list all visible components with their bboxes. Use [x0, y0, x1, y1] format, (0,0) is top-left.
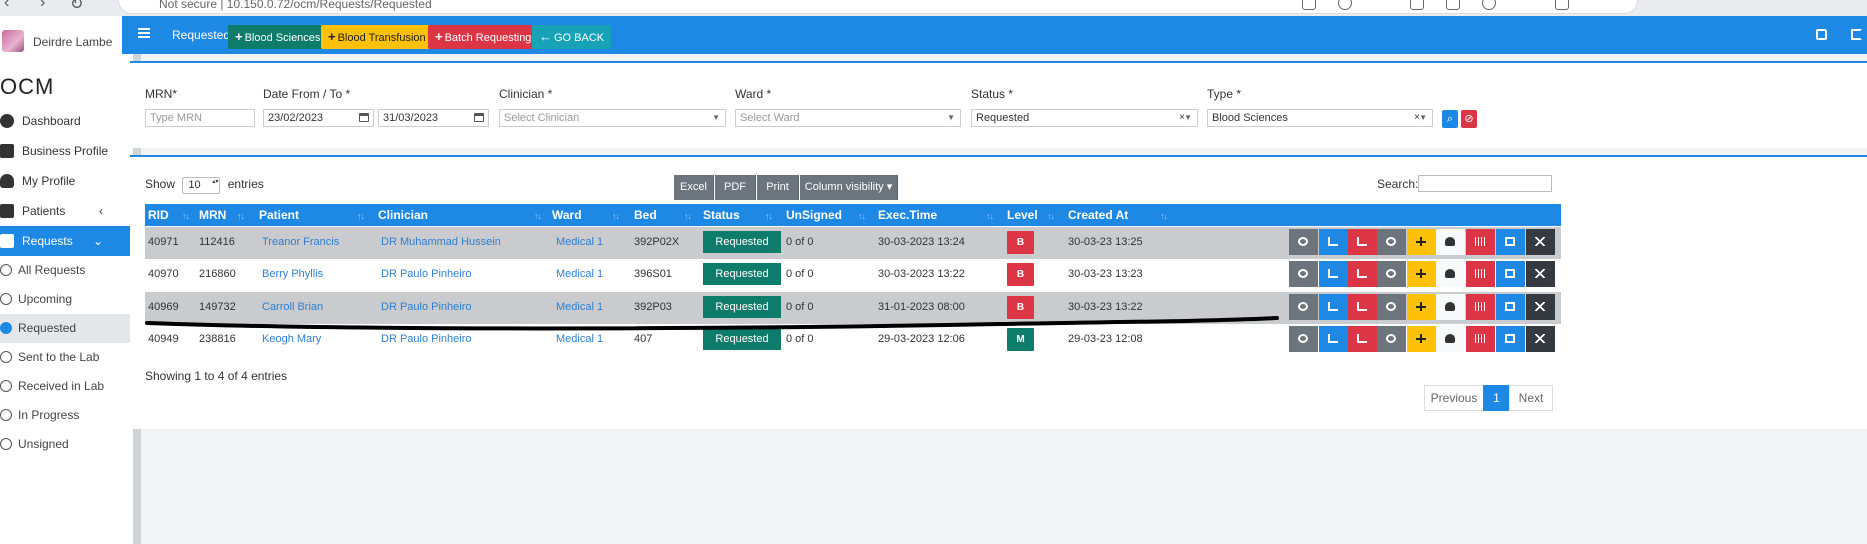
- hand-drawn-line: [145, 316, 1279, 331]
